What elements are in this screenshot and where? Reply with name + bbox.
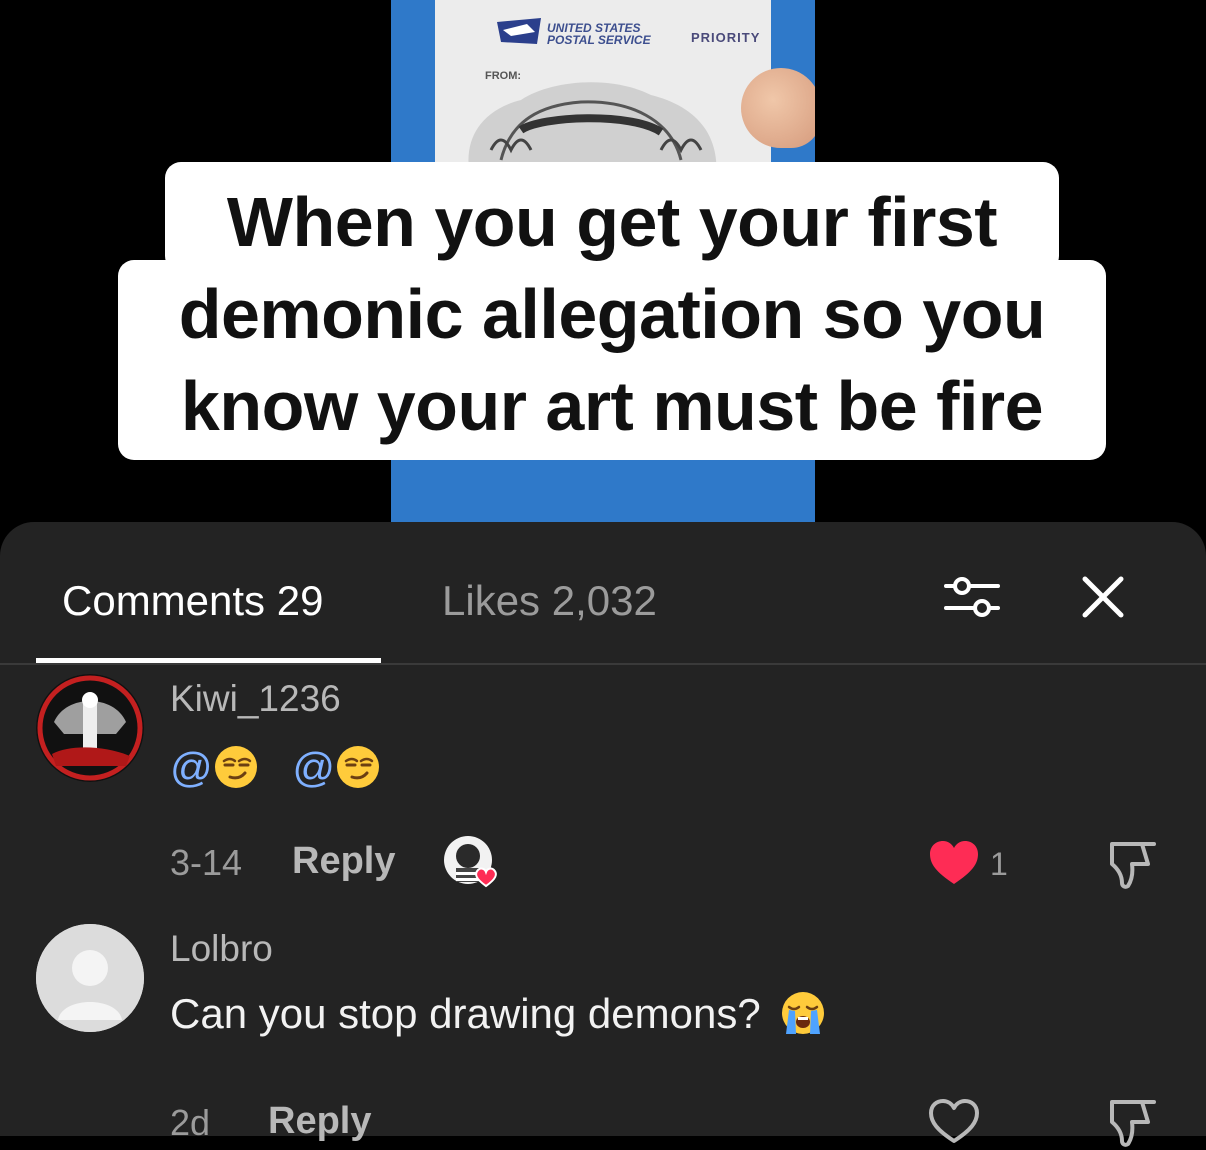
creator-liked-badge <box>442 834 500 892</box>
mention[interactable]: @ <box>170 744 213 791</box>
smirking-face-icon <box>336 745 379 788</box>
video-caption: When you get your first demonic allegati… <box>118 162 1106 460</box>
comment-text: Can you stop drawing demons? <box>170 990 826 1040</box>
hand-thumb <box>741 68 815 148</box>
heart-outline-icon[interactable] <box>928 1098 980 1144</box>
tab-comments[interactable]: Comments 29 <box>62 576 323 626</box>
thumbs-down-icon[interactable] <box>1106 1096 1160 1150</box>
comment-text-body: Can you stop drawing demons? <box>170 990 761 1037</box>
sliders-icon[interactable] <box>942 572 1002 622</box>
video-player[interactable]: UNITED STATES POSTAL SERVICE PRIORITY FR… <box>0 0 1206 560</box>
thumbs-down-icon[interactable] <box>1106 838 1160 892</box>
smirking-face-icon <box>214 745 257 788</box>
reply-button[interactable]: Reply <box>292 840 395 883</box>
tabs-divider <box>0 663 1206 665</box>
default-avatar-icon <box>36 924 144 1032</box>
close-icon[interactable] <box>1078 572 1128 622</box>
usps-eagle-logo <box>497 18 541 44</box>
comment-username[interactable]: Kiwi_1236 <box>170 678 341 720</box>
like-count: 1 <box>990 846 1008 882</box>
pencil-sketch-drawing <box>468 82 717 180</box>
comment-date: 2d <box>170 1102 211 1143</box>
comment-text: @ @ <box>170 744 381 794</box>
caption-line-2: demonic allegation so you <box>178 275 1046 353</box>
reply-button[interactable]: Reply <box>268 1100 371 1143</box>
loudly-crying-face-icon <box>782 991 825 1034</box>
comment-date: 3-14 <box>170 842 243 883</box>
comment-item: Lolbro Can you stop drawing demons? 2d R… <box>0 924 1206 1147</box>
comments-sheet: Comments 29 Likes 2,032 Kiwi_1236 @ @ 3-… <box>0 522 1206 1147</box>
usps-brand-text: UNITED STATES POSTAL SERVICE <box>547 21 651 47</box>
mention[interactable]: @ <box>292 744 335 791</box>
avatar[interactable] <box>36 924 144 1032</box>
comment-item: Kiwi_1236 @ @ 3-14 Reply 1 <box>0 674 1206 904</box>
tab-likes[interactable]: Likes 2,032 <box>442 576 657 626</box>
avatar-image-icon <box>36 674 144 782</box>
caption-line-3: know your art must be fire <box>180 367 1044 445</box>
sheet-tabs: Comments 29 Likes 2,032 <box>0 522 1206 665</box>
priority-mail-text: PRIORITY <box>691 30 761 45</box>
avatar[interactable] <box>36 674 144 782</box>
heart-icon[interactable] <box>928 840 980 886</box>
comment-username[interactable]: Lolbro <box>170 928 273 970</box>
creator-avatar-icon <box>444 836 497 888</box>
caption-line-1: When you get your first <box>226 183 998 261</box>
